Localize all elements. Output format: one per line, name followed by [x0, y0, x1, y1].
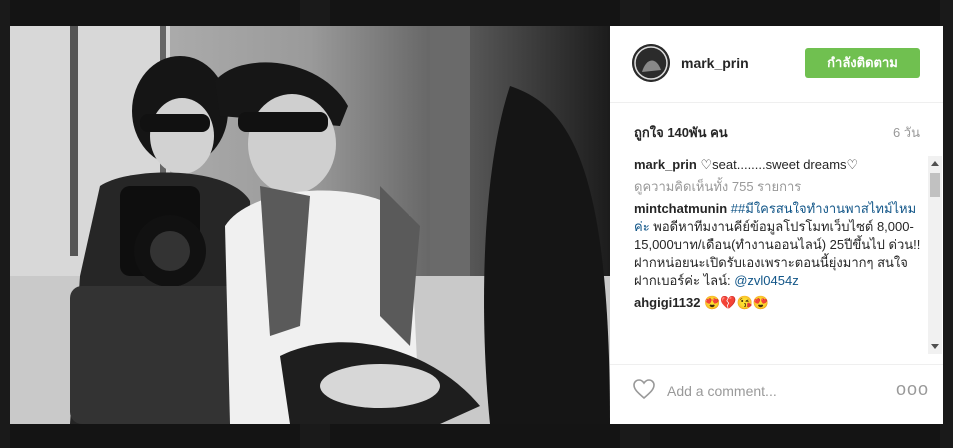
like-count[interactable]: ถูกใจ 140พัน คน: [634, 122, 728, 143]
post-footer: Add a comment... ooo: [610, 364, 943, 425]
avatar-image: [632, 44, 670, 82]
view-all-comments-link[interactable]: ดูความคิดเห็นทั้ง 755 รายการ: [634, 178, 922, 196]
scroll-down-arrow-icon[interactable]: [931, 344, 939, 349]
add-comment-input[interactable]: Add a comment...: [667, 383, 777, 399]
comment-item: ahgigi1132 😍💔😘😍: [634, 294, 922, 312]
heart-outline-emoji-icon: ♡: [846, 157, 859, 172]
post-username[interactable]: mark_prin: [681, 55, 749, 71]
photo-image: [10, 26, 610, 424]
comment-username[interactable]: ahgigi1132: [634, 295, 700, 310]
caption-text: seat........sweet dreams: [712, 157, 847, 172]
comment-username[interactable]: mintchatmunin: [634, 201, 727, 216]
comment-list: mark_prin ♡seat........sweet dreams♡ ดูค…: [634, 156, 922, 354]
caption: mark_prin ♡seat........sweet dreams♡: [634, 156, 922, 174]
scrollbar-thumb[interactable]: [930, 173, 940, 197]
comment-item: mintchatmunin ##มีใครสนใจทำงานพาสไทม์ไหม…: [634, 200, 922, 290]
comment-text: 😍💔😘😍: [704, 295, 769, 310]
mention-link[interactable]: @zvl0454z: [734, 273, 799, 288]
heart-outline-emoji-icon: ♡: [700, 157, 713, 172]
post-side-panel: mark_prin กำลังติดตาม ถูกใจ 140พัน คน 6 …: [610, 26, 943, 424]
following-button[interactable]: กำลังติดตาม: [805, 48, 920, 78]
avatar[interactable]: [632, 44, 670, 82]
caption-username[interactable]: mark_prin: [634, 157, 697, 172]
more-options-icon[interactable]: ooo: [896, 379, 929, 400]
like-heart-icon[interactable]: [632, 377, 656, 401]
scroll-up-arrow-icon[interactable]: [931, 161, 939, 166]
post-time[interactable]: 6 วัน: [893, 122, 920, 143]
comment-scrollbar[interactable]: [928, 156, 942, 354]
post-header: mark_prin กำลังติดตาม: [610, 26, 943, 103]
post-photo[interactable]: [10, 26, 610, 424]
